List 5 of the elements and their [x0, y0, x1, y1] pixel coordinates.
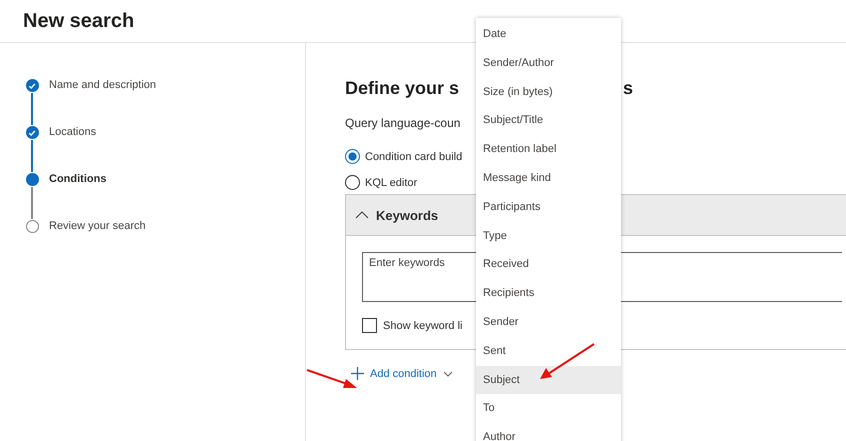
section-heading: s [623, 78, 634, 99]
card-title: Keywords [376, 208, 438, 222]
page-title: New search [23, 10, 134, 32]
section-heading: Define your s [345, 78, 460, 99]
query-label: Query language-coun [345, 116, 460, 130]
